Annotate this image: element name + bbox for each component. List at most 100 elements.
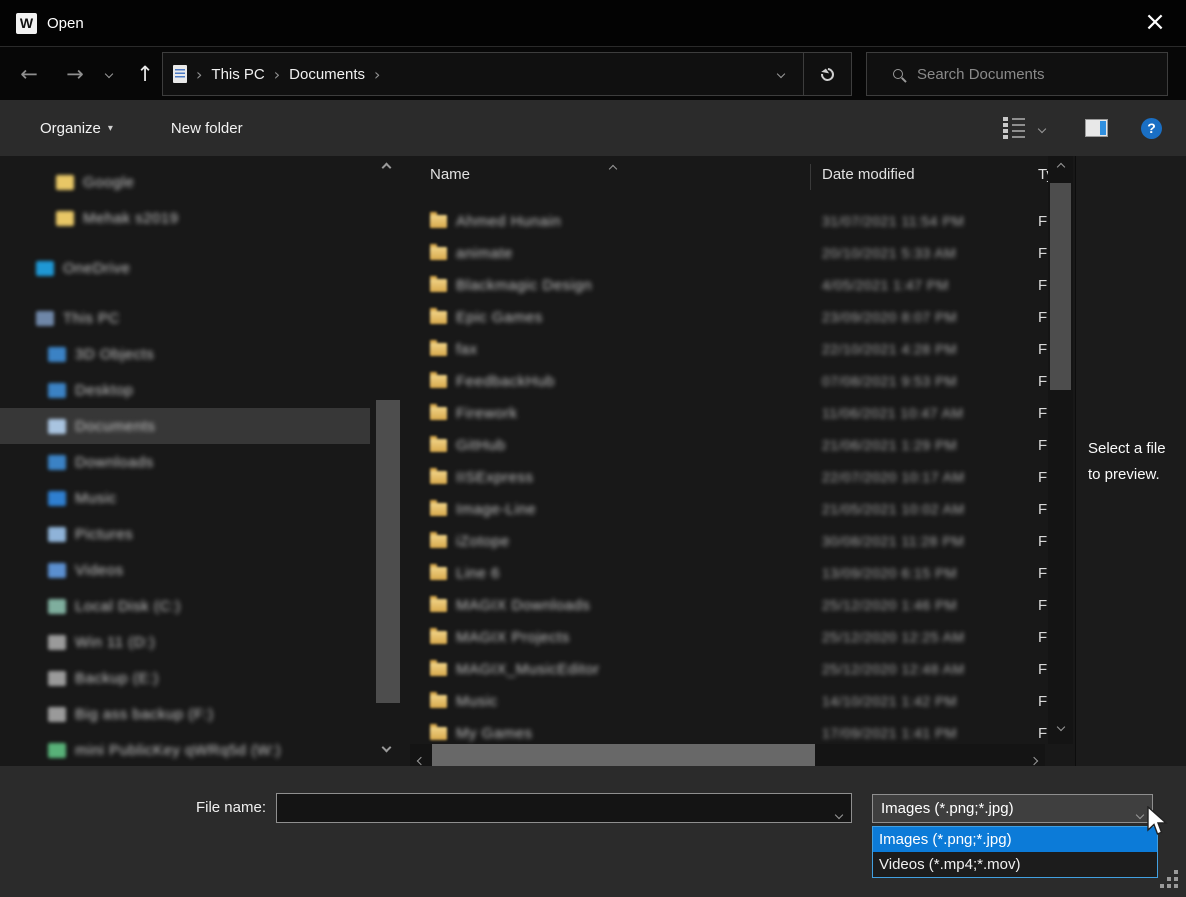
table-row[interactable]: Line 6 13/09/2020 6:15 PM F: [410, 557, 1075, 589]
table-row[interactable]: GitHub 21/06/2021 1:29 PM F: [410, 429, 1075, 461]
file-name-input[interactable]: [277, 794, 851, 822]
sidebar-item-music[interactable]: Music: [0, 480, 370, 516]
sidebar-item-onedrive[interactable]: OneDrive: [0, 250, 370, 286]
hard-drive-icon: [48, 635, 66, 650]
table-row[interactable]: IISExpress 22/07/2020 10:17 AM F: [410, 461, 1075, 493]
refresh-button[interactable]: [803, 53, 851, 95]
table-row[interactable]: MAGIX Projects 25/12/2020 12:25 AM F: [410, 621, 1075, 653]
breadcrumb-documents[interactable]: Documents: [289, 66, 365, 83]
table-row[interactable]: Epic Games 23/09/2020 8:07 PM F: [410, 301, 1075, 333]
vertical-scrollbar-thumb[interactable]: [1050, 183, 1071, 390]
sidebar-item-backup-e-[interactable]: Backup (E:): [0, 660, 370, 696]
table-row[interactable]: iZotope 30/08/2021 11:28 PM F: [410, 525, 1075, 557]
sidebar-item-desktop[interactable]: Desktop: [0, 372, 370, 408]
sidebar-item-videos[interactable]: Videos: [0, 552, 370, 588]
file-name: animate: [456, 245, 513, 262]
vertical-scrollbar[interactable]: [1048, 156, 1073, 744]
table-row[interactable]: MAGIX Downloads 25/12/2020 1:46 PM F: [410, 589, 1075, 621]
sidebar-item-pictures[interactable]: Pictures: [0, 516, 370, 552]
sidebar-scroll-up-button[interactable]: [374, 164, 398, 171]
search-box[interactable]: [866, 52, 1168, 96]
sidebar-item-big-ass-backup-f-[interactable]: Big ass backup (F:): [0, 696, 370, 732]
search-input[interactable]: [917, 66, 1167, 83]
up-button[interactable]: ↑: [128, 62, 162, 86]
chevron-down-icon: [1137, 805, 1143, 822]
sidebar-item-3d-objects[interactable]: 3D Objects: [0, 336, 370, 372]
file-type: F: [1038, 725, 1047, 742]
file-type-combobox[interactable]: Images (*.png;*.jpg): [872, 794, 1153, 823]
folder-icon: [430, 503, 447, 516]
file-type: F: [1038, 277, 1047, 294]
column-header-date-modified[interactable]: Date modified: [822, 166, 915, 183]
sidebar-item-google[interactable]: Google: [0, 164, 370, 200]
change-view-button[interactable]: [1003, 117, 1025, 139]
back-button[interactable]: ←: [12, 62, 46, 86]
recent-locations-button[interactable]: [98, 71, 120, 77]
view-options-button[interactable]: [1039, 119, 1045, 137]
hard-drive-icon: [48, 671, 66, 686]
scroll-up-button[interactable]: [1048, 164, 1073, 170]
horizontal-scrollbar-thumb[interactable]: [432, 744, 815, 766]
scroll-down-button[interactable]: [1048, 724, 1073, 730]
file-type: F: [1038, 661, 1047, 678]
sidebar-scroll-down-button[interactable]: [374, 744, 398, 751]
file-name: Firework: [456, 405, 518, 422]
command-bar: Organize ▾ New folder ?: [0, 100, 1186, 156]
sidebar-tree: Google Mehak s2019 OneDrive This PC 3D O…: [0, 164, 370, 766]
table-row[interactable]: My Games 17/09/2021 1:41 PM F: [410, 717, 1075, 744]
chevron-down-icon: [1038, 125, 1046, 133]
table-row[interactable]: MAGIX_MusicEditor 25/12/2020 12:48 AM F: [410, 653, 1075, 685]
file-name: GitHub: [456, 437, 506, 454]
desktop-icon: [48, 383, 66, 398]
sidebar-item-local-disk-c-[interactable]: Local Disk (C:): [0, 588, 370, 624]
sort-ascending-icon: [610, 159, 616, 177]
sidebar-item-label: Mehak s2019: [83, 210, 179, 227]
sidebar-item-label: Win 11 (D:): [75, 634, 155, 651]
address-bar[interactable]: › This PC › Documents ›: [162, 52, 852, 96]
file-name: Ahmed Hunain: [456, 213, 561, 230]
file-type-option[interactable]: Images (*.png;*.jpg): [873, 827, 1157, 852]
table-row[interactable]: FeedbackHub 07/08/2021 9:53 PM F: [410, 365, 1075, 397]
sidebar-item-mehak-s2019[interactable]: Mehak s2019: [0, 200, 370, 236]
file-rows: Ahmed Hunain 31/07/2021 11:54 PM F anima…: [410, 196, 1075, 744]
folder-icon: [430, 663, 447, 676]
organize-button[interactable]: Organize ▾: [40, 120, 113, 137]
preview-pane-button[interactable]: [1085, 119, 1108, 137]
table-row[interactable]: Blackmagic Design 4/05/2021 1:47 PM F: [410, 269, 1075, 301]
file-name-combobox[interactable]: [276, 793, 852, 823]
resize-grip[interactable]: [1160, 870, 1178, 888]
folder-icon: [430, 343, 447, 356]
sidebar-item-this-pc[interactable]: This PC: [0, 300, 370, 336]
help-button[interactable]: ?: [1141, 118, 1162, 139]
sidebar-item-documents[interactable]: Documents: [0, 408, 370, 444]
column-header-name[interactable]: Name: [430, 166, 470, 183]
table-row[interactable]: Ahmed Hunain 31/07/2021 11:54 PM F: [410, 205, 1075, 237]
sidebar-item-downloads[interactable]: Downloads: [0, 444, 370, 480]
table-row[interactable]: fax 22/10/2021 4:28 PM F: [410, 333, 1075, 365]
sidebar-item-label: 3D Objects: [75, 346, 154, 363]
breadcrumb-this-pc[interactable]: This PC: [211, 66, 264, 83]
column-divider[interactable]: [810, 164, 811, 190]
horizontal-scrollbar[interactable]: [410, 744, 1045, 766]
forward-button[interactable]: →: [58, 62, 92, 86]
chevron-down-icon[interactable]: [836, 805, 842, 823]
sidebar-scrollbar-thumb[interactable]: [376, 400, 400, 703]
table-row[interactable]: Firework 11/06/2021 10:47 AM F: [410, 397, 1075, 429]
folder-icon: [430, 439, 447, 452]
new-folder-button[interactable]: New folder: [171, 120, 243, 137]
file-date-modified: 21/06/2021 1:29 PM: [822, 437, 957, 453]
file-name: IISExpress: [456, 469, 534, 486]
sidebar-item-win-11-d-[interactable]: Win 11 (D:): [0, 624, 370, 660]
folder-icon: [430, 471, 447, 484]
file-name: iZotope: [456, 533, 510, 550]
file-type-option[interactable]: Videos (*.mp4;*.mov): [873, 852, 1157, 877]
table-row[interactable]: Music 14/10/2021 1:42 PM F: [410, 685, 1075, 717]
table-row[interactable]: Image-Line 21/05/2021 10:02 AM F: [410, 493, 1075, 525]
sidebar-item-mini-publickey-qwrq5d-w-[interactable]: mini PublicKey qWRq5d (W:): [0, 732, 370, 766]
close-button[interactable]: ×: [1140, 8, 1170, 38]
file-type: F: [1038, 469, 1047, 486]
file-name: FeedbackHub: [456, 373, 555, 390]
address-dropdown-button[interactable]: [759, 53, 803, 95]
table-row[interactable]: animate 20/10/2021 5:33 AM F: [410, 237, 1075, 269]
file-date-modified: 25/12/2020 12:48 AM: [822, 661, 965, 677]
